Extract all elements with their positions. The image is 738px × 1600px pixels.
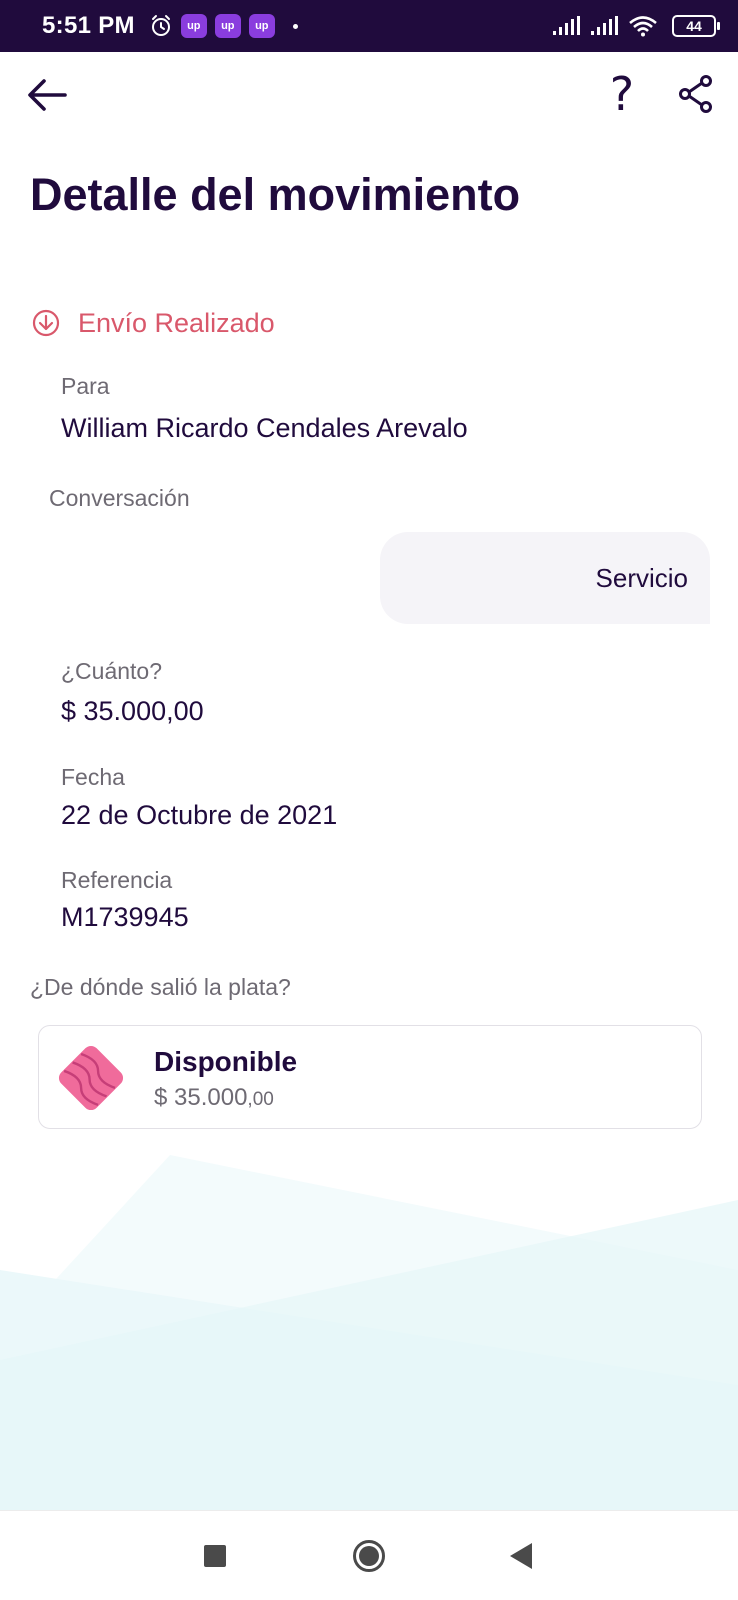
- account-balance-main: $ 35.000: [154, 1084, 248, 1111]
- movement-status: Envío Realizado: [32, 306, 275, 340]
- signal-icon: [553, 16, 580, 35]
- system-nav-bar: [0, 1510, 738, 1600]
- app-bar: ?: [0, 52, 738, 136]
- more-notifications-dot: [292, 23, 298, 29]
- wifi-icon: [629, 16, 657, 37]
- notification-icons: up up up: [149, 14, 298, 38]
- back-button[interactable]: [24, 72, 70, 118]
- system-status-icons: 44: [552, 15, 720, 37]
- signal-icon: [591, 16, 618, 35]
- movement-status-label: Envío Realizado: [78, 307, 275, 338]
- account-name: Disponible: [154, 1046, 298, 1077]
- alarm-icon: [151, 15, 170, 36]
- amount-label: ¿Cuánto?: [61, 658, 163, 684]
- message-text: Servicio: [595, 562, 688, 593]
- recipient-value: William Ricardo Cendales Arevalo: [61, 413, 468, 443]
- status-bar: 5:51 PM up up up 44: [0, 0, 738, 52]
- share-button[interactable]: [674, 72, 718, 116]
- battery-icon: 44: [672, 15, 720, 37]
- app-notification-badge: up: [214, 14, 241, 38]
- message-bubble: Servicio: [380, 532, 710, 624]
- background-decoration: [0, 1155, 738, 1510]
- account-balance: $ 35.000,00: [154, 1084, 274, 1112]
- reference-value: M1739945: [61, 902, 189, 932]
- transaction-detail-screen: 5:51 PM up up up 44 ? Detalle del movimi…: [0, 0, 738, 1600]
- date-label: Fecha: [61, 764, 125, 790]
- arrow-down-circle-icon: [32, 309, 60, 337]
- page-title: Detalle del movimiento: [30, 169, 521, 220]
- pocket-card-icon: [58, 1045, 124, 1111]
- amount-value: $ 35.000,00: [61, 696, 204, 726]
- arrow-left-icon: [28, 79, 67, 111]
- source-label: ¿De dónde salió la plata?: [30, 974, 291, 1000]
- conversation-label: Conversación: [49, 485, 190, 511]
- date-value: 22 de Octubre de 2021: [61, 800, 338, 830]
- help-button[interactable]: ?: [600, 66, 644, 122]
- back-icon[interactable]: [508, 1541, 534, 1571]
- source-account-card[interactable]: Disponible $ 35.000,00: [38, 1025, 702, 1129]
- home-icon[interactable]: [352, 1539, 386, 1573]
- recents-icon[interactable]: [204, 1545, 226, 1567]
- share-icon: [679, 75, 712, 113]
- app-notification-badge: up: [248, 14, 275, 38]
- recipient-label: Para: [61, 373, 110, 399]
- app-notification-badge: up: [180, 14, 207, 38]
- reference-label: Referencia: [61, 867, 173, 893]
- status-time: 5:51 PM: [42, 12, 135, 39]
- account-balance-decimals: ,00: [247, 1089, 274, 1110]
